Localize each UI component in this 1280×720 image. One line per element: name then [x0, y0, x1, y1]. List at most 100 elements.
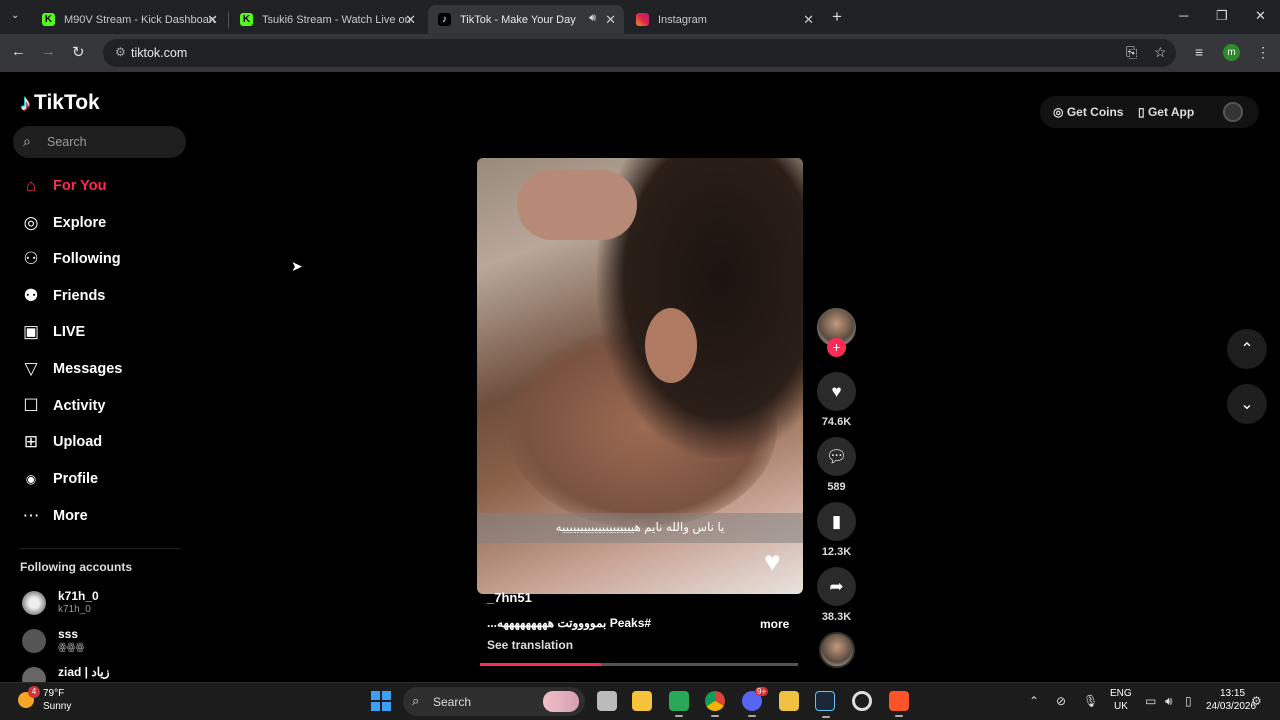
close-icon[interactable]: ✕ — [207, 12, 218, 28]
display-icon[interactable]: ▭ — [1145, 694, 1156, 708]
xbox-icon[interactable] — [669, 691, 689, 717]
tab-title: Instagram — [658, 13, 707, 26]
chrome-icon[interactable] — [705, 691, 725, 717]
weather-condition[interactable]: Sunny — [43, 701, 71, 712]
tiktok-note-icon: ♪ — [20, 90, 31, 115]
restore-icon[interactable]: ❐ — [1216, 8, 1228, 24]
video-username[interactable]: _7hn51 — [487, 590, 532, 605]
nav-explore[interactable]: ◎ Explore — [20, 208, 107, 238]
tab-search-icon[interactable]: ⌄ — [11, 10, 19, 21]
nav-following[interactable]: ⚇ Following — [20, 244, 120, 274]
clock-time[interactable]: 13:15 — [1220, 688, 1245, 699]
start-button[interactable] — [371, 691, 391, 711]
site-settings-icon[interactable]: ⚙ — [115, 45, 126, 59]
microphone-icon[interactable]: 🎙︎ — [1083, 694, 1098, 708]
video-frame — [645, 308, 697, 383]
search-input[interactable]: ⌕ Search — [13, 126, 186, 158]
browser-tab-strip: ⌄ K M90V Stream - Kick Dashboard ✕ K Tsu… — [0, 0, 1280, 34]
video-progress-fill — [480, 663, 601, 666]
window-close-icon[interactable]: ✕ — [1255, 8, 1266, 24]
browser-tab-kick-stream[interactable]: K Tsuki6 Stream - Watch Live on K ✕ — [230, 5, 424, 34]
nav-messages[interactable]: ▽ Messages — [20, 354, 122, 384]
nav-label: Profile — [53, 471, 99, 487]
back-arrow-icon[interactable]: ← — [11, 43, 26, 60]
follow-plus-icon[interactable]: + — [827, 338, 846, 357]
browser-tab-instagram[interactable]: Instagram ✕ — [626, 5, 822, 34]
profile-icon: ◉ — [25, 472, 37, 486]
close-icon[interactable]: ✕ — [803, 12, 814, 28]
battery-icon[interactable]: ▯ — [1185, 694, 1192, 708]
volume-icon[interactable]: 🔊︎ — [1165, 694, 1173, 709]
user-avatar[interactable] — [1223, 102, 1243, 122]
chevron-up-icon[interactable]: ⌃ — [1029, 694, 1039, 708]
save-button[interactable]: ▮ — [817, 502, 856, 541]
nav-upload[interactable]: ⊞ Upload — [20, 427, 102, 457]
clock-date[interactable]: 24/03/2026 — [1206, 701, 1256, 712]
tab-divider — [228, 12, 229, 28]
music-disc[interactable] — [819, 632, 855, 668]
network-off-icon[interactable]: ⊘ — [1056, 694, 1066, 708]
nav-label: For You — [53, 178, 107, 194]
keyboard-layout[interactable]: UK — [1114, 701, 1128, 712]
nav-activity[interactable]: ☐ Activity — [20, 391, 105, 421]
windows-taskbar: 4 79°F Sunny ⌕ Search 9+ ⌃ ⊘ 🎙︎ ENG UK ▭… — [0, 682, 1280, 720]
bookmark-star-icon[interactable]: ☆ — [1154, 44, 1167, 61]
like-button[interactable]: ♥ — [817, 372, 856, 411]
minimize-icon[interactable]: ─ — [1179, 8, 1188, 23]
heart-icon: ♥ — [831, 381, 842, 401]
nav-live[interactable]: ▣ LIVE — [20, 317, 85, 347]
video-frame — [517, 170, 637, 240]
nav-more[interactable]: ⋯ More — [20, 501, 88, 531]
tiktok-wordmark: TikTok — [34, 91, 100, 114]
weather-temp[interactable]: 79°F — [43, 688, 64, 699]
kebab-menu-icon[interactable]: ⋮ — [1256, 44, 1270, 61]
taskbar-search-label: Search — [433, 695, 472, 709]
brave-icon[interactable] — [889, 691, 909, 717]
close-icon[interactable]: ✕ — [605, 12, 616, 28]
media-controls-icon[interactable]: ≡ — [1195, 44, 1203, 60]
more-link[interactable]: more — [760, 617, 789, 631]
steelseries-icon[interactable] — [852, 691, 872, 711]
share-count: 38.3K — [821, 611, 852, 623]
get-coins-button[interactable]: ◎ Get Coins — [1053, 105, 1123, 119]
nav-for-you[interactable]: ⌂ For You — [20, 171, 107, 201]
install-app-icon[interactable]: ⎘ — [1126, 44, 1137, 61]
get-app-button[interactable]: ▯ Get App — [1138, 105, 1194, 119]
close-icon[interactable]: ✕ — [405, 12, 416, 28]
file-explorer-icon[interactable] — [632, 691, 652, 711]
new-tab-icon[interactable]: + — [832, 7, 842, 27]
browser-tab-kick-dashboard[interactable]: K M90V Stream - Kick Dashboard ✕ — [32, 5, 226, 34]
settings-gear-icon[interactable]: ⚙ — [1251, 694, 1262, 708]
taskbar-search[interactable]: ⌕ Search — [403, 687, 585, 716]
home-icon: ⌂ — [25, 176, 37, 195]
see-translation-link[interactable]: See translation — [487, 638, 573, 652]
caption-text: يا ناس والله نايم هييييييييييييييييييييه — [555, 520, 725, 534]
tiktok-logo[interactable]: ♪ TikTok — [20, 90, 100, 116]
browser-profile-avatar[interactable]: m — [1223, 44, 1240, 61]
phone-icon: ▯ — [1138, 105, 1148, 119]
get-coins-label: Get Coins — [1066, 105, 1124, 119]
steam-icon[interactable] — [815, 691, 835, 718]
comment-button[interactable]: 💬︎ — [817, 437, 856, 476]
share-button[interactable]: ➦ — [817, 567, 856, 606]
account-subtitle: ꙮꙮꙮ — [58, 642, 85, 653]
task-view-icon[interactable] — [597, 691, 617, 711]
media-app-icon[interactable] — [779, 691, 799, 711]
compass-icon: ◎ — [23, 213, 39, 232]
forward-arrow-icon[interactable]: → — [41, 43, 56, 60]
reload-icon[interactable]: ↻ — [72, 43, 85, 61]
url-bar[interactable]: ⚙ tiktok.com — [103, 39, 1176, 67]
video-player[interactable]: يا ناس والله نايم هييييييييييييييييييييه… — [477, 158, 803, 594]
browser-tab-tiktok[interactable]: ♪ TikTok - Make Your Day 🔊︎ ✕ — [428, 5, 624, 34]
url-text: tiktok.com — [131, 46, 188, 60]
next-video-button[interactable]: ⌄ — [1227, 384, 1267, 424]
previous-video-button[interactable]: ⌃ — [1227, 329, 1267, 369]
nav-friends[interactable]: ⚉ Friends — [20, 281, 105, 311]
nav-profile[interactable]: ◉ Profile — [20, 464, 98, 494]
language-code[interactable]: ENG — [1110, 688, 1132, 699]
nav-label: Activity — [53, 398, 106, 414]
upload-icon: ⊞ — [23, 432, 39, 451]
speaker-icon[interactable]: 🔊︎ — [589, 12, 596, 25]
avatar — [22, 629, 46, 653]
nav-label: More — [53, 508, 88, 524]
